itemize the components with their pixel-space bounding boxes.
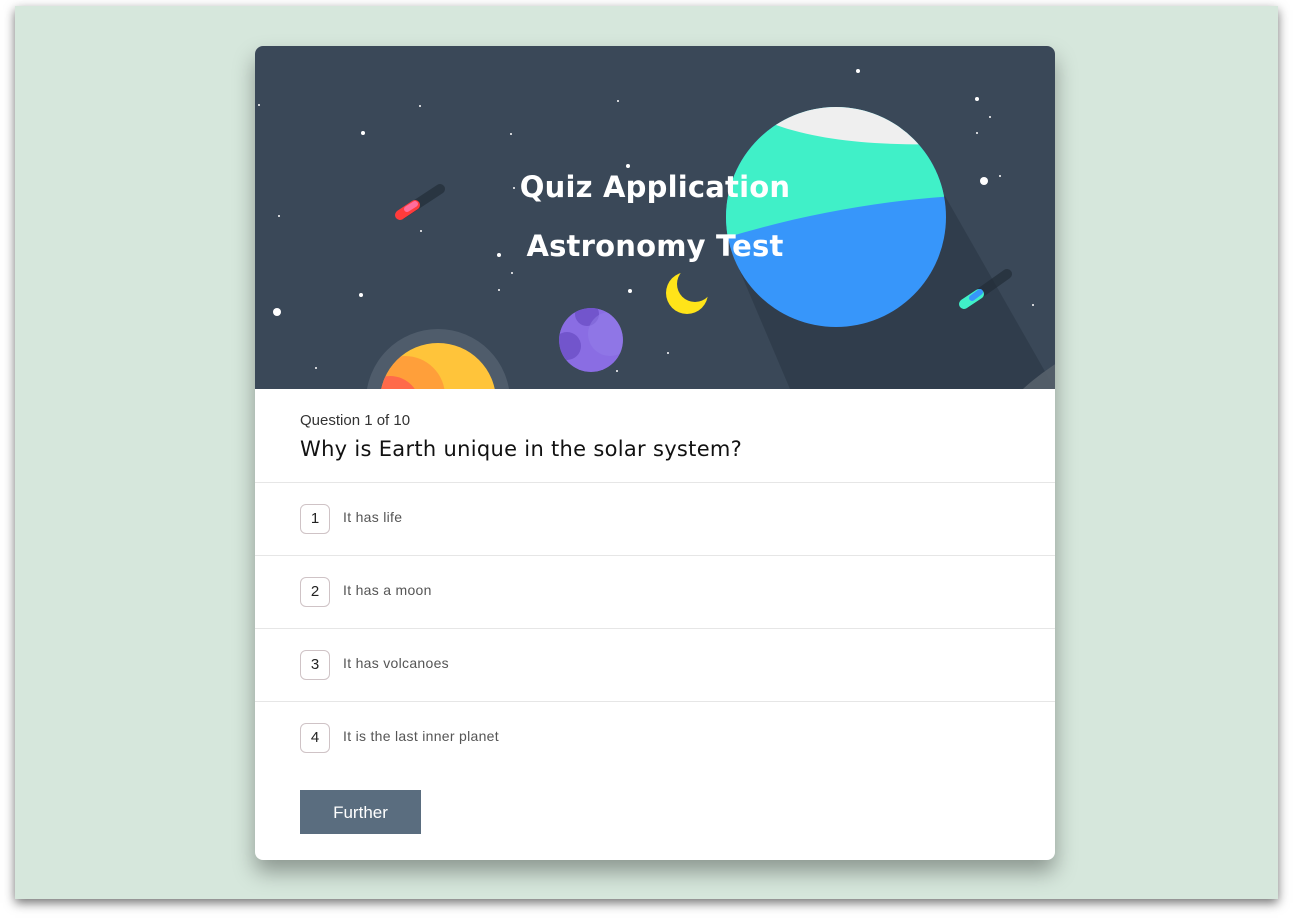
answer-label: It has life	[343, 509, 403, 525]
purple-planet	[559, 308, 623, 372]
answer-label: It has a moon	[343, 582, 432, 598]
answer-number-badge: 4	[300, 723, 330, 753]
answer-option-4[interactable]: 4 It is the last inner planet	[255, 702, 1055, 774]
answer-option-1[interactable]: 1 It has life	[255, 483, 1055, 556]
question-header: Question 1 of 10 Why is Earth unique in …	[255, 389, 1055, 483]
answer-label: It is the last inner planet	[343, 728, 499, 744]
answer-label: It has volcanoes	[343, 655, 449, 671]
further-button[interactable]: Further	[300, 790, 421, 834]
question-text: Why is Earth unique in the solar system?	[300, 437, 743, 461]
crescent-moon	[666, 266, 713, 314]
answer-number-badge: 3	[300, 650, 330, 680]
browser-window: Quiz Application Astronomy Test Question…	[15, 6, 1278, 899]
quiz-card: Quiz Application Astronomy Test Question…	[255, 46, 1055, 860]
answer-number-badge: 1	[300, 504, 330, 534]
question-counter: Question 1 of 10	[300, 412, 411, 429]
hero-banner: Quiz Application Astronomy Test	[255, 46, 1055, 389]
answer-option-3[interactable]: 3 It has volcanoes	[255, 629, 1055, 702]
app-title: Quiz Application	[519, 170, 791, 204]
answer-option-2[interactable]: 2 It has a moon	[255, 556, 1055, 629]
test-title: Astronomy Test	[526, 229, 784, 263]
answer-number-badge: 2	[300, 577, 330, 607]
space-illustration	[258, 69, 1055, 389]
